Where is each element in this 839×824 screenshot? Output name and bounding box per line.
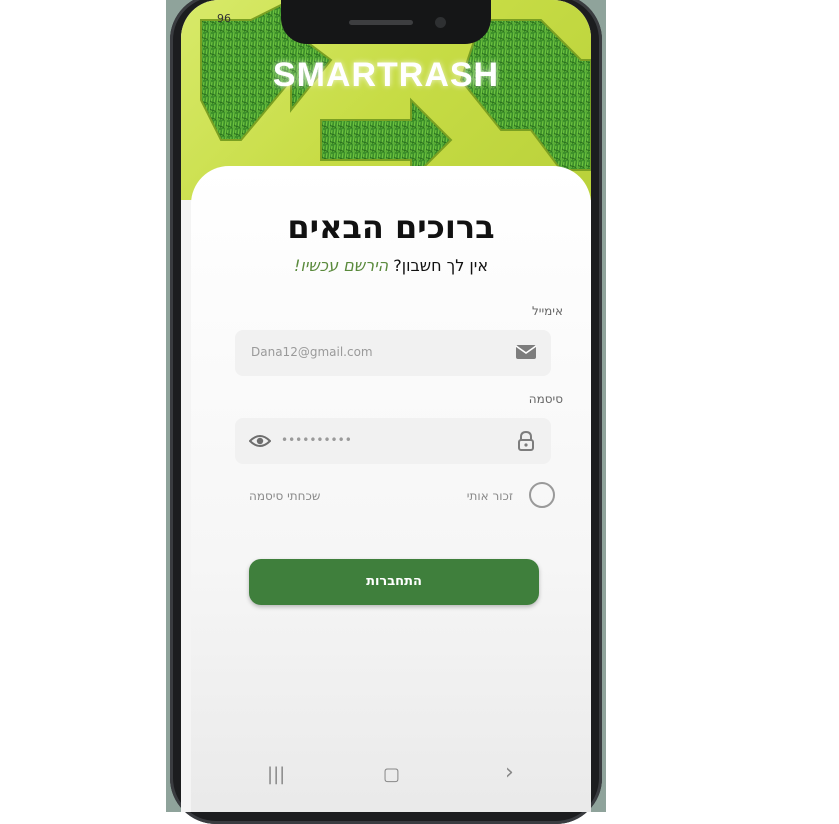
android-nav-bar: ||| ▢ › [181,750,591,800]
remember-me-radio[interactable] [529,482,555,508]
email-value: Dana12@gmail.com [251,345,373,359]
speaker [349,20,413,25]
register-link[interactable]: הירשם עכשיו! [294,256,388,275]
page-title: ברוכים הבאים [287,208,495,246]
forgot-password-link[interactable]: שכחתי סיסמה [249,489,320,503]
no-account-text: אין לך חשבון? הירשם עכשיו! [191,256,591,275]
password-field[interactable]: •••••••••• [235,418,551,464]
email-field[interactable]: Dana12@gmail.com [235,330,551,376]
eye-icon[interactable] [248,433,272,452]
app-screen: 96 SMARTRASH ברוכים הבאים אין לך חשבון? … [181,0,591,812]
lock-icon [517,430,535,455]
notch [281,0,491,44]
recents-button[interactable]: ||| [267,764,285,785]
mail-icon [515,344,537,364]
password-label: סיסמה [528,392,563,406]
no-account-label: אין לך חשבון? [393,256,489,275]
remember-me-label: זכור אותי [466,489,513,503]
front-camera [435,17,446,28]
home-button[interactable]: ▢ [383,764,400,785]
email-label: אימייל [531,304,563,318]
battery-indicator: 96 [217,12,231,25]
password-value: •••••••••• [281,433,352,447]
login-card: ברוכים הבאים אין לך חשבון? הירשם עכשיו! … [191,166,591,812]
status-bar: 96 [217,12,231,25]
back-button[interactable]: › [505,760,514,785]
remember-forgot-row: שכחתי סיסמה זכור אותי [231,482,561,512]
brand-title: SMARTRASH [272,56,500,94]
login-button[interactable]: התחברות [249,559,539,605]
